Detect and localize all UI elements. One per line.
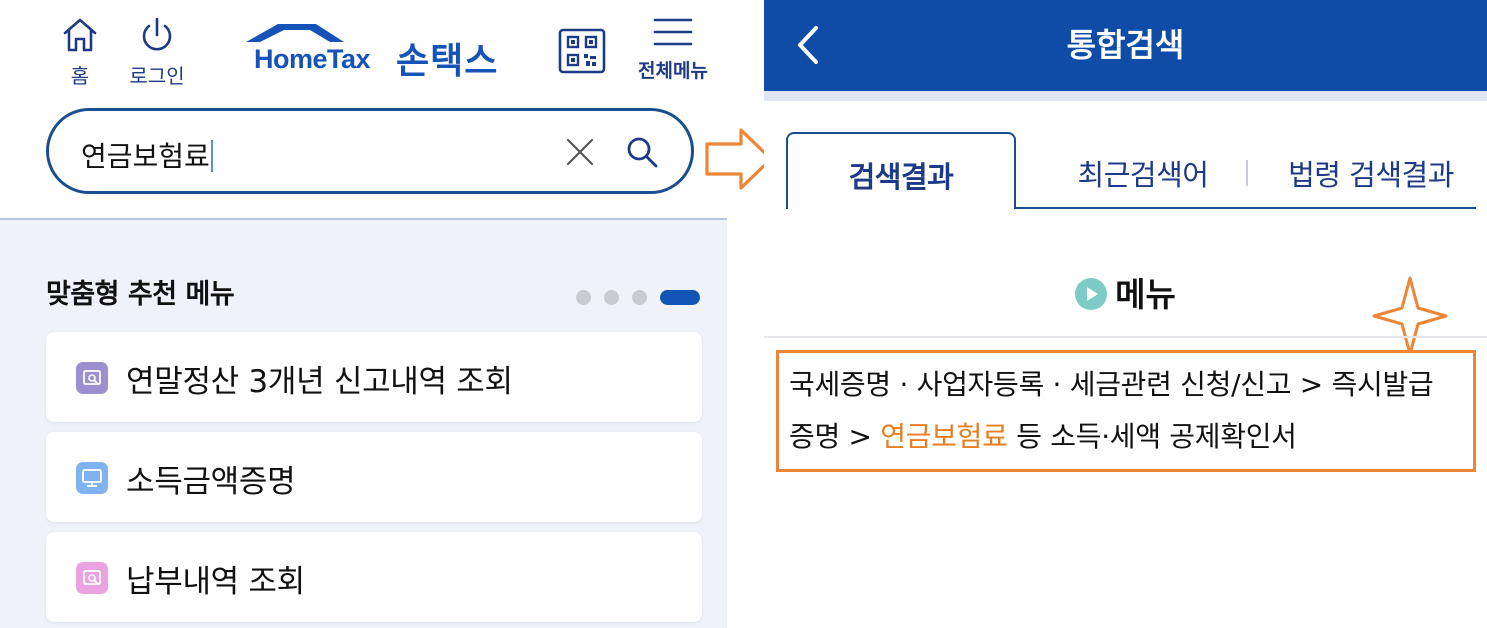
play-circle-icon [1075, 278, 1108, 310]
tab-separator [1246, 160, 1248, 186]
all-menu-label: 전체메뉴 [638, 60, 708, 82]
recommend-item-label: 소득금액증명 [126, 464, 296, 500]
tab-search-results[interactable]: 검색결과 [786, 132, 1016, 209]
home-icon [63, 18, 97, 52]
login-label: 로그인 [129, 64, 185, 88]
hamburger-icon [653, 18, 693, 46]
section-divider [764, 336, 1487, 338]
qr-button[interactable] [558, 28, 606, 74]
monitor-icon [76, 462, 108, 494]
document-search-icon [76, 362, 108, 394]
home-label: 홈 [70, 64, 90, 88]
highlighted-result[interactable]: 국세증명 · 사업자등록 · 세금관련 신청/신고 > 즉시발급 증명 > 연금… [776, 350, 1476, 472]
result-tabs: 검색결과 최근검색어 법령 검색결과 [786, 132, 1476, 212]
pagination-dot-active[interactable] [660, 290, 700, 305]
search-input[interactable]: 연금보험료 [81, 135, 213, 175]
recommend-item-label: 납부내역 조회 [126, 564, 305, 600]
power-icon [142, 17, 172, 51]
text-caret [210, 140, 213, 172]
pagination-dot-3[interactable] [632, 290, 647, 305]
home-button[interactable]: 홈 [56, 16, 104, 89]
tab-recent-searches[interactable]: 최근검색어 [1038, 152, 1248, 194]
search-icon [627, 137, 658, 168]
recommend-title: 맞춤형 추천 메뉴 [46, 279, 235, 310]
search-input-value: 연금보험료 [81, 140, 210, 173]
recommend-item-label: 연말정산 3개년 신고내역 조회 [126, 364, 513, 400]
tab-law-results[interactable]: 법령 검색결과 [1256, 152, 1486, 194]
logo-text: HomeTax [254, 44, 371, 74]
recommend-item[interactable]: 소득금액증명 [46, 432, 702, 522]
pagination-dot-2[interactable] [604, 290, 619, 305]
menu-section-title: 메뉴 [1115, 275, 1176, 314]
search-button[interactable] [625, 135, 659, 169]
result-path-suffix: 등 소득·세액 공제확인서 [1007, 420, 1297, 453]
document-search-icon [76, 562, 108, 594]
right-app-screen: 통합검색 검색결과 최근검색어 법령 검색결과 메뉴 국세증명 · 사업자등록 … [764, 0, 1487, 628]
left-app-screen: 홈 로그인 HomeTax 손택스 전체메뉴 연금보험료 맞춤형 추천 메뉴 연… [0, 0, 727, 628]
recommend-item[interactable]: 연말정산 3개년 신고내역 조회 [46, 332, 702, 422]
result-keyword-highlight: 연금보험료 [880, 420, 1008, 453]
recommend-section: 맞춤형 추천 메뉴 연말정산 3개년 신고내역 조회 소득금액증명 납부내역 조… [0, 220, 727, 628]
header-bottom-border [764, 91, 1487, 101]
close-icon [566, 138, 594, 166]
logo-korean-text: 손택스 [396, 41, 499, 82]
roof-icon [246, 24, 344, 42]
qr-code-icon [558, 28, 606, 74]
page-title: 통합검색 [1066, 26, 1185, 64]
hometax-logo[interactable]: HomeTax 손택스 [244, 22, 514, 82]
search-bar[interactable]: 연금보험료 [46, 108, 694, 194]
recommend-item[interactable]: 납부내역 조회 [46, 532, 702, 622]
tabs-baseline [1016, 207, 1476, 209]
pagination-dot-1[interactable] [576, 290, 591, 305]
all-menu-button[interactable]: 전체메뉴 [628, 16, 718, 83]
clear-search-button[interactable] [565, 137, 595, 167]
result-menu-path[interactable]: 국세증명 · 사업자등록 · 세금관련 신청/신고 > 즉시발급 증명 > 연금… [789, 359, 1465, 463]
login-button[interactable]: 로그인 [122, 16, 192, 89]
search-header: 통합검색 [764, 0, 1487, 91]
star-annotation [1372, 276, 1448, 356]
